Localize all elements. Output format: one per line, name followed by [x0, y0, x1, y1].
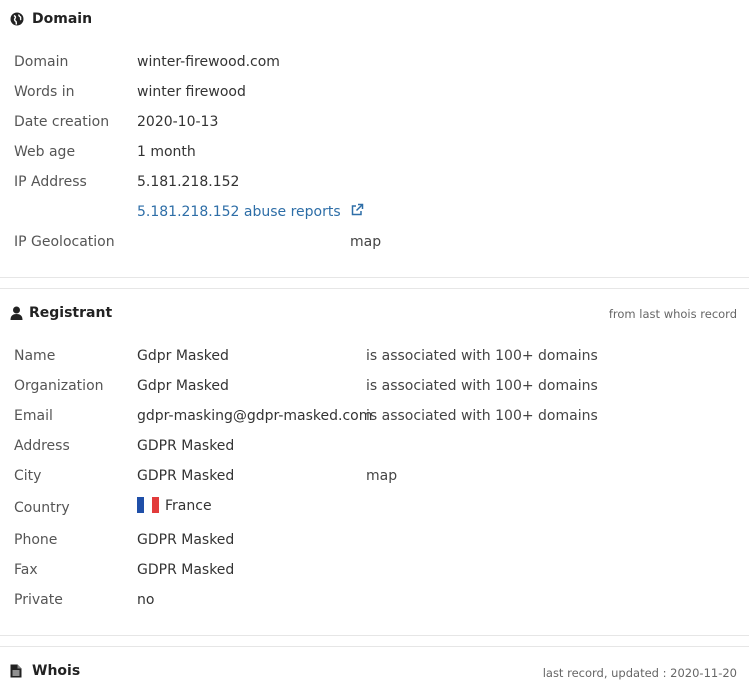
registrant-private-row: Private no [14, 590, 749, 610]
web-age-label: Web age [14, 144, 76, 160]
registrant-email-label: Email [14, 408, 53, 424]
date-creation-row: Date creation 2020-10-13 [14, 112, 749, 132]
registrant-address-row: Address GDPR Masked [14, 436, 749, 456]
section-divider [0, 288, 749, 289]
registrant-name-label: Name [14, 348, 56, 364]
whois-note: last record, updated : 2020-11-20 [542, 666, 737, 680]
domain-section-title: Domain [10, 11, 92, 27]
external-link-icon[interactable] [350, 203, 364, 217]
registrant-email-assoc: is associated with 100+ domains [366, 408, 598, 424]
france-flag-icon [137, 497, 159, 513]
registrant-country-label: Country [14, 500, 70, 516]
registrant-country-value: France [165, 498, 212, 514]
registrant-name-assoc: is associated with 100+ domains [366, 348, 598, 364]
words-label: Words in [14, 84, 75, 100]
registrant-private-label: Private [14, 592, 63, 608]
registrant-phone-label: Phone [14, 532, 58, 548]
globe-icon [10, 12, 24, 26]
section-divider [0, 646, 749, 647]
registrant-name-row: Name Gdpr Masked is associated with 100+… [14, 346, 749, 366]
ip-geolocation-map-link[interactable]: map [350, 232, 381, 252]
web-age-row: Web age 1 month [14, 142, 749, 162]
ip-geolocation-label: IP Geolocation [14, 234, 115, 250]
date-creation-label: Date creation [14, 114, 110, 130]
abuse-reports-wrap: 5.181.218.152 abuse reports [137, 202, 364, 222]
abuse-reports-row: 5.181.218.152 abuse reports [14, 202, 749, 222]
file-icon [10, 664, 24, 678]
registrant-email-row: Email gdpr-masking@gdpr-masked.com is as… [14, 406, 749, 426]
registrant-country-row: Country France [14, 496, 749, 518]
domain-value: winter-firewood.com [137, 54, 280, 70]
domain-row: Domain winter-firewood.com [14, 52, 749, 72]
registrant-fax-value: GDPR Masked [137, 562, 235, 578]
domain-title-label: Domain [32, 11, 93, 27]
section-divider [0, 635, 749, 636]
user-icon [10, 306, 24, 320]
ip-address-link[interactable]: 5.181.218.152 [137, 172, 239, 192]
registrant-section-title: Registrant [10, 305, 112, 321]
registrant-fax-label: Fax [14, 562, 38, 578]
registrant-city-map-link[interactable]: map [366, 466, 397, 486]
registrant-title-label: Registrant [29, 305, 113, 321]
ip-geolocation-row: IP Geolocation map [14, 232, 749, 252]
registrant-city-row: City GDPR Masked map [14, 466, 749, 486]
registrant-org-link[interactable]: Gdpr Masked [137, 376, 229, 396]
registrant-city-label: City [14, 468, 42, 484]
ip-address-label: IP Address [14, 174, 87, 190]
date-creation-value: 2020-10-13 [137, 114, 219, 130]
section-divider [0, 277, 749, 278]
registrant-address-value: GDPR Masked [137, 438, 235, 454]
registrant-private-value: no [137, 592, 155, 608]
domain-label: Domain [14, 54, 69, 70]
registrant-country-value-wrap: France [137, 496, 212, 516]
web-age-value: 1 month [137, 144, 196, 160]
whois-title-label: Whois [32, 663, 81, 679]
words-value: winter firewood [137, 84, 246, 100]
words-row: Words in winter firewood [14, 82, 749, 102]
ip-address-row: IP Address 5.181.218.152 [14, 172, 749, 192]
registrant-city-value: GDPR Masked [137, 468, 235, 484]
registrant-email-link[interactable]: gdpr-masking@gdpr-masked.com [137, 406, 372, 426]
abuse-reports-link[interactable]: 5.181.218.152 abuse reports [137, 204, 341, 220]
registrant-name-link[interactable]: Gdpr Masked [137, 346, 229, 366]
registrant-address-label: Address [14, 438, 70, 454]
registrant-org-assoc: is associated with 100+ domains [366, 378, 598, 394]
registrant-org-row: Organization Gdpr Masked is associated w… [14, 376, 749, 396]
registrant-org-label: Organization [14, 378, 104, 394]
whois-section-title: Whois [10, 663, 80, 679]
registrant-phone-value: GDPR Masked [137, 532, 235, 548]
registrant-fax-row: Fax GDPR Masked [14, 560, 749, 580]
registrant-note: from last whois record [608, 307, 737, 321]
registrant-phone-row: Phone GDPR Masked [14, 530, 749, 550]
